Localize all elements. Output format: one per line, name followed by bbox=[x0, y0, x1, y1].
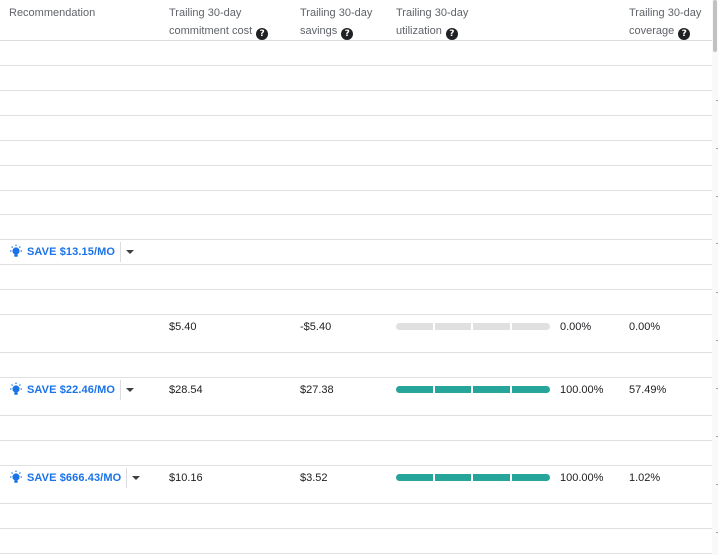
bar-segment-divider bbox=[510, 386, 512, 393]
scrollbar-thumb[interactable] bbox=[713, 0, 717, 52]
row-divider bbox=[0, 214, 712, 215]
col-header-savings: Trailing 30-day savings? bbox=[300, 4, 372, 40]
bar-segment-divider bbox=[433, 474, 435, 481]
help-icon[interactable]: ? bbox=[341, 28, 354, 40]
bar-segment-divider bbox=[471, 323, 473, 330]
utilization-bar-fill bbox=[396, 474, 550, 481]
coverage-cell: 57.49% bbox=[629, 384, 667, 396]
row-divider bbox=[0, 165, 712, 166]
vertical-scrollbar[interactable] bbox=[712, 0, 718, 555]
divider bbox=[120, 380, 122, 400]
row-divider bbox=[0, 90, 712, 91]
utilization-bar-fill bbox=[396, 386, 550, 393]
savings-cell: -$5.40 bbox=[300, 321, 332, 333]
bar-segment-divider bbox=[471, 474, 473, 481]
utilization-cell: 100.00% bbox=[560, 472, 604, 484]
coverage-cell: 0.00% bbox=[629, 321, 661, 333]
col-header-coverage: Trailing 30-day coverage? bbox=[629, 4, 701, 40]
col-header-label: Trailing 30-day bbox=[300, 7, 373, 19]
row-divider bbox=[0, 289, 712, 290]
row-divider bbox=[0, 415, 712, 416]
col-header-utilization: Trailing 30-day utilization? bbox=[396, 4, 468, 40]
row-divider bbox=[0, 115, 712, 116]
row-divider bbox=[0, 377, 712, 378]
col-header-label: Trailing 30-day bbox=[169, 7, 242, 19]
col-header-recommendation: Recommendation bbox=[9, 4, 95, 22]
bar-segment-divider bbox=[433, 386, 435, 393]
lightbulb-icon bbox=[10, 244, 22, 257]
commitment-cost-cell: $28.54 bbox=[169, 384, 203, 396]
utilization-bar bbox=[396, 386, 550, 393]
savings-cell: $3.52 bbox=[300, 472, 328, 484]
row-divider bbox=[0, 352, 712, 353]
row-divider bbox=[0, 65, 712, 66]
utilization-bar bbox=[396, 474, 550, 481]
recommendation-label[interactable]: SAVE $13.15/MO bbox=[27, 246, 115, 258]
col-header-commitment-cost: Trailing 30-day commitment cost? bbox=[169, 4, 269, 40]
bar-segment-divider bbox=[510, 474, 512, 481]
row-divider bbox=[0, 140, 712, 141]
commitment-cost-cell: $5.40 bbox=[169, 321, 197, 333]
lightbulb-icon bbox=[10, 382, 22, 395]
row-divider bbox=[0, 553, 712, 554]
caret-down-icon[interactable] bbox=[126, 388, 135, 392]
divider bbox=[126, 468, 128, 488]
col-header-label: savings bbox=[300, 25, 338, 37]
row-divider bbox=[0, 264, 712, 265]
recommendation-label[interactable]: SAVE $666.43/MO bbox=[27, 472, 121, 484]
table-header: Recommendation Trailing 30-day commitmen… bbox=[0, 0, 712, 41]
caret-down-icon[interactable] bbox=[132, 476, 141, 480]
bar-segment-divider bbox=[510, 323, 512, 330]
row-divider bbox=[0, 503, 712, 504]
row-divider bbox=[0, 239, 712, 240]
caret-down-icon[interactable] bbox=[126, 250, 135, 254]
help-icon[interactable]: ? bbox=[256, 28, 269, 40]
savings-cell: $27.38 bbox=[300, 384, 334, 396]
row-divider bbox=[0, 190, 712, 191]
divider bbox=[120, 242, 122, 262]
help-icon[interactable]: ? bbox=[678, 28, 691, 40]
row-divider bbox=[0, 314, 712, 315]
utilization-bar bbox=[396, 323, 550, 330]
recommendation-label[interactable]: SAVE $22.46/MO bbox=[27, 384, 115, 396]
bar-segment-divider bbox=[471, 386, 473, 393]
utilization-cell: 0.00% bbox=[560, 321, 592, 333]
commitment-cost-cell: $10.16 bbox=[169, 472, 203, 484]
row-divider bbox=[0, 528, 712, 529]
recommendation-button[interactable]: SAVE $666.43/MO bbox=[9, 467, 141, 489]
bar-segment-divider bbox=[433, 323, 435, 330]
help-icon[interactable]: ? bbox=[445, 28, 458, 40]
col-header-label: Trailing 30-day bbox=[629, 7, 702, 19]
col-header-label: commitment cost bbox=[169, 25, 253, 37]
col-header-label: Trailing 30-day bbox=[396, 7, 469, 19]
recommendation-button[interactable]: SAVE $22.46/MO bbox=[9, 379, 135, 401]
row-divider bbox=[0, 440, 712, 441]
col-header-label: utilization bbox=[396, 25, 442, 37]
lightbulb-icon bbox=[10, 470, 22, 483]
utilization-cell: 100.00% bbox=[560, 384, 604, 396]
recommendation-button[interactable]: SAVE $13.15/MO bbox=[9, 241, 135, 263]
col-header-label: coverage bbox=[629, 25, 675, 37]
row-divider bbox=[0, 465, 712, 466]
col-header-label: Recommendation bbox=[9, 7, 96, 19]
coverage-cell: 1.02% bbox=[629, 472, 661, 484]
